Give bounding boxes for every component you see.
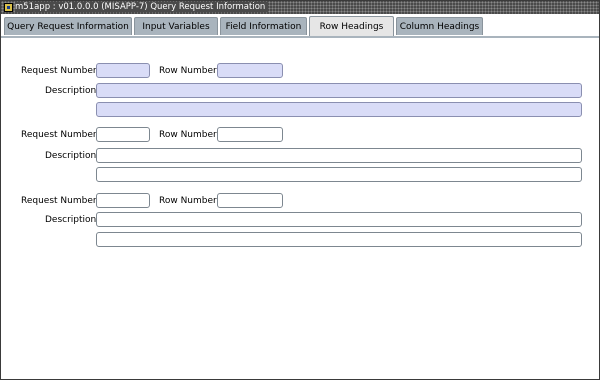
description-line-1-field[interactable] (96, 148, 582, 163)
request-number-label: Request Number (21, 196, 97, 206)
tab-row-headings[interactable]: Row Headings (309, 16, 394, 36)
request-number-field[interactable] (96, 127, 150, 142)
description-line-2-field[interactable] (96, 167, 582, 182)
tab-input-variables[interactable]: Input Variables (134, 17, 218, 35)
request-number-label: Request Number (21, 66, 97, 76)
description-label: Description (45, 215, 97, 225)
application-window: m51app : v01.0.0.0 (MISAPP-7) Query Requ… (0, 0, 600, 380)
description-line-1-field[interactable] (96, 83, 582, 98)
description-line-2-field[interactable] (96, 232, 582, 247)
request-number-label: Request Number (21, 130, 97, 140)
window-title: m51app : v01.0.0.0 (MISAPP-7) Query Requ… (15, 2, 269, 12)
row-number-label: Row Number (159, 66, 217, 76)
description-label: Description (45, 86, 97, 96)
app-icon (4, 3, 13, 12)
row-headings-panel: Request Number Row Number Description Re… (1, 38, 599, 379)
row-number-field[interactable] (217, 127, 283, 142)
row-number-label: Row Number (159, 196, 217, 206)
tab-query-request-information[interactable]: Query Request Information (4, 17, 132, 35)
row-number-field[interactable] (217, 63, 283, 78)
row-number-field[interactable] (217, 193, 283, 208)
tab-column-headings[interactable]: Column Headings (396, 17, 483, 35)
description-label: Description (45, 151, 97, 161)
request-number-field[interactable] (96, 63, 150, 78)
tab-field-information[interactable]: Field Information (220, 17, 307, 35)
row-number-label: Row Number (159, 130, 217, 140)
request-number-field[interactable] (96, 193, 150, 208)
tab-strip: Query Request Information Input Variable… (1, 14, 599, 38)
title-bar[interactable]: m51app : v01.0.0.0 (MISAPP-7) Query Requ… (1, 1, 599, 14)
description-line-2-field[interactable] (96, 102, 582, 117)
description-line-1-field[interactable] (96, 212, 582, 227)
